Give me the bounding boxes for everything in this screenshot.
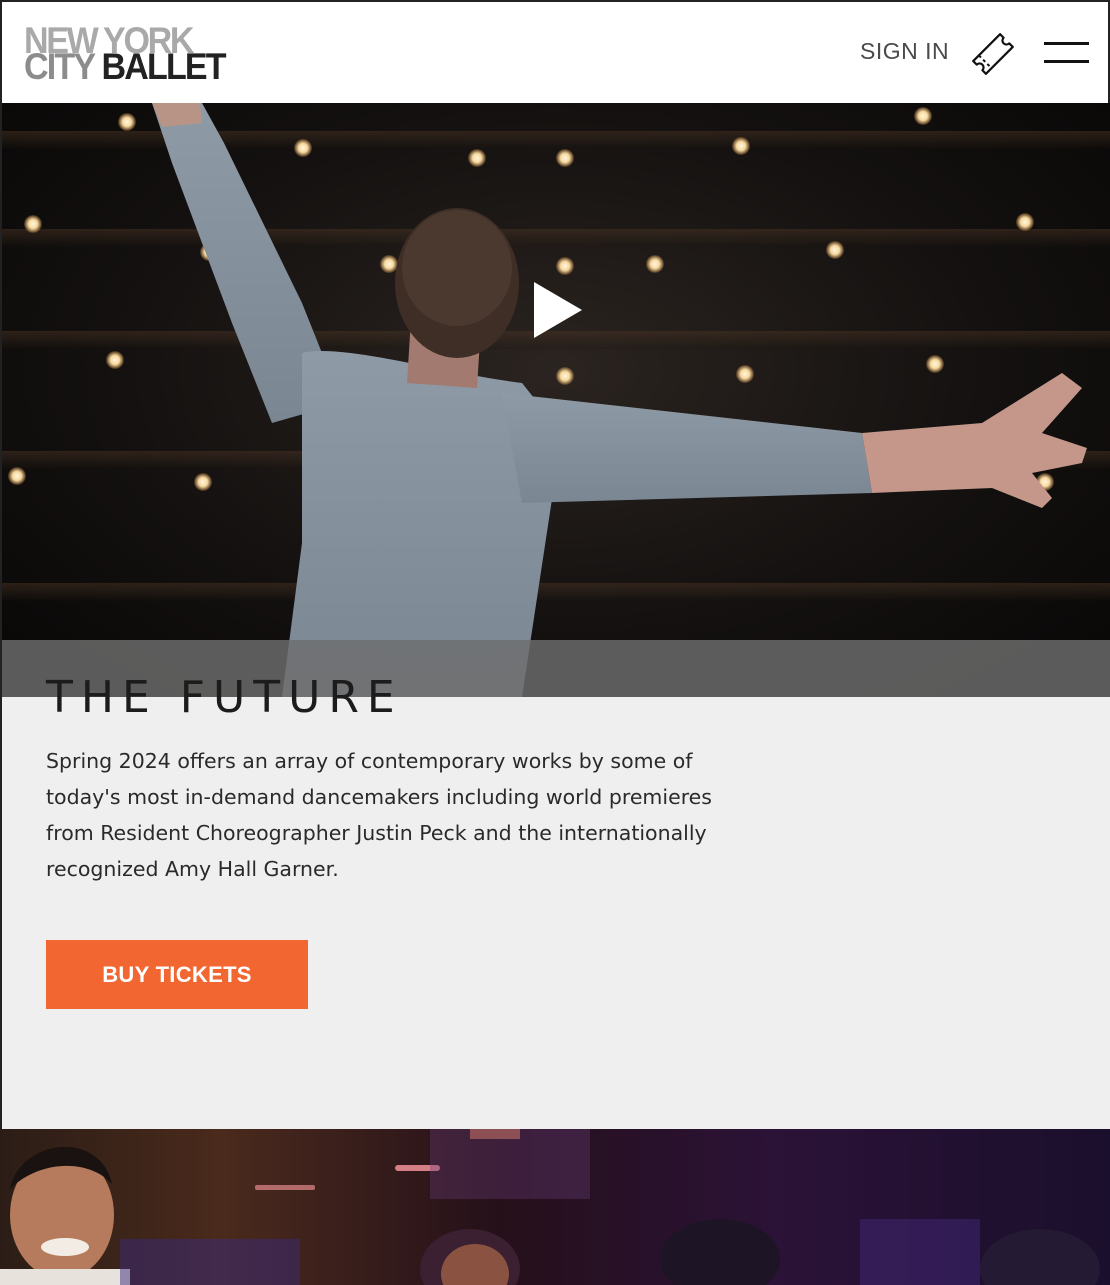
event-photo [0,1129,1110,1285]
logo-word-ballet: BALLET [101,46,227,87]
nycb-logo[interactable]: NEW YORK CITY BALLET [24,22,264,86]
buy-tickets-button[interactable]: BUY TICKETS [46,940,308,1009]
dancer-figure [152,103,1087,697]
play-icon[interactable] [530,280,586,340]
ticket-icon[interactable] [968,30,1018,78]
logo-line-city-ballet: CITY BALLET [24,46,227,87]
hamburger-menu-icon[interactable] [1042,40,1092,68]
site-header: NEW YORK CITY BALLET SIGN IN [0,0,1110,103]
feature-description: Spring 2024 offers an array of contempor… [46,749,712,881]
hero-video[interactable] [0,103,1110,697]
feature-title: THE FUTURE [46,672,403,723]
logo-word-city: CITY [24,46,96,87]
sign-in-link[interactable]: SIGN IN [860,38,949,65]
